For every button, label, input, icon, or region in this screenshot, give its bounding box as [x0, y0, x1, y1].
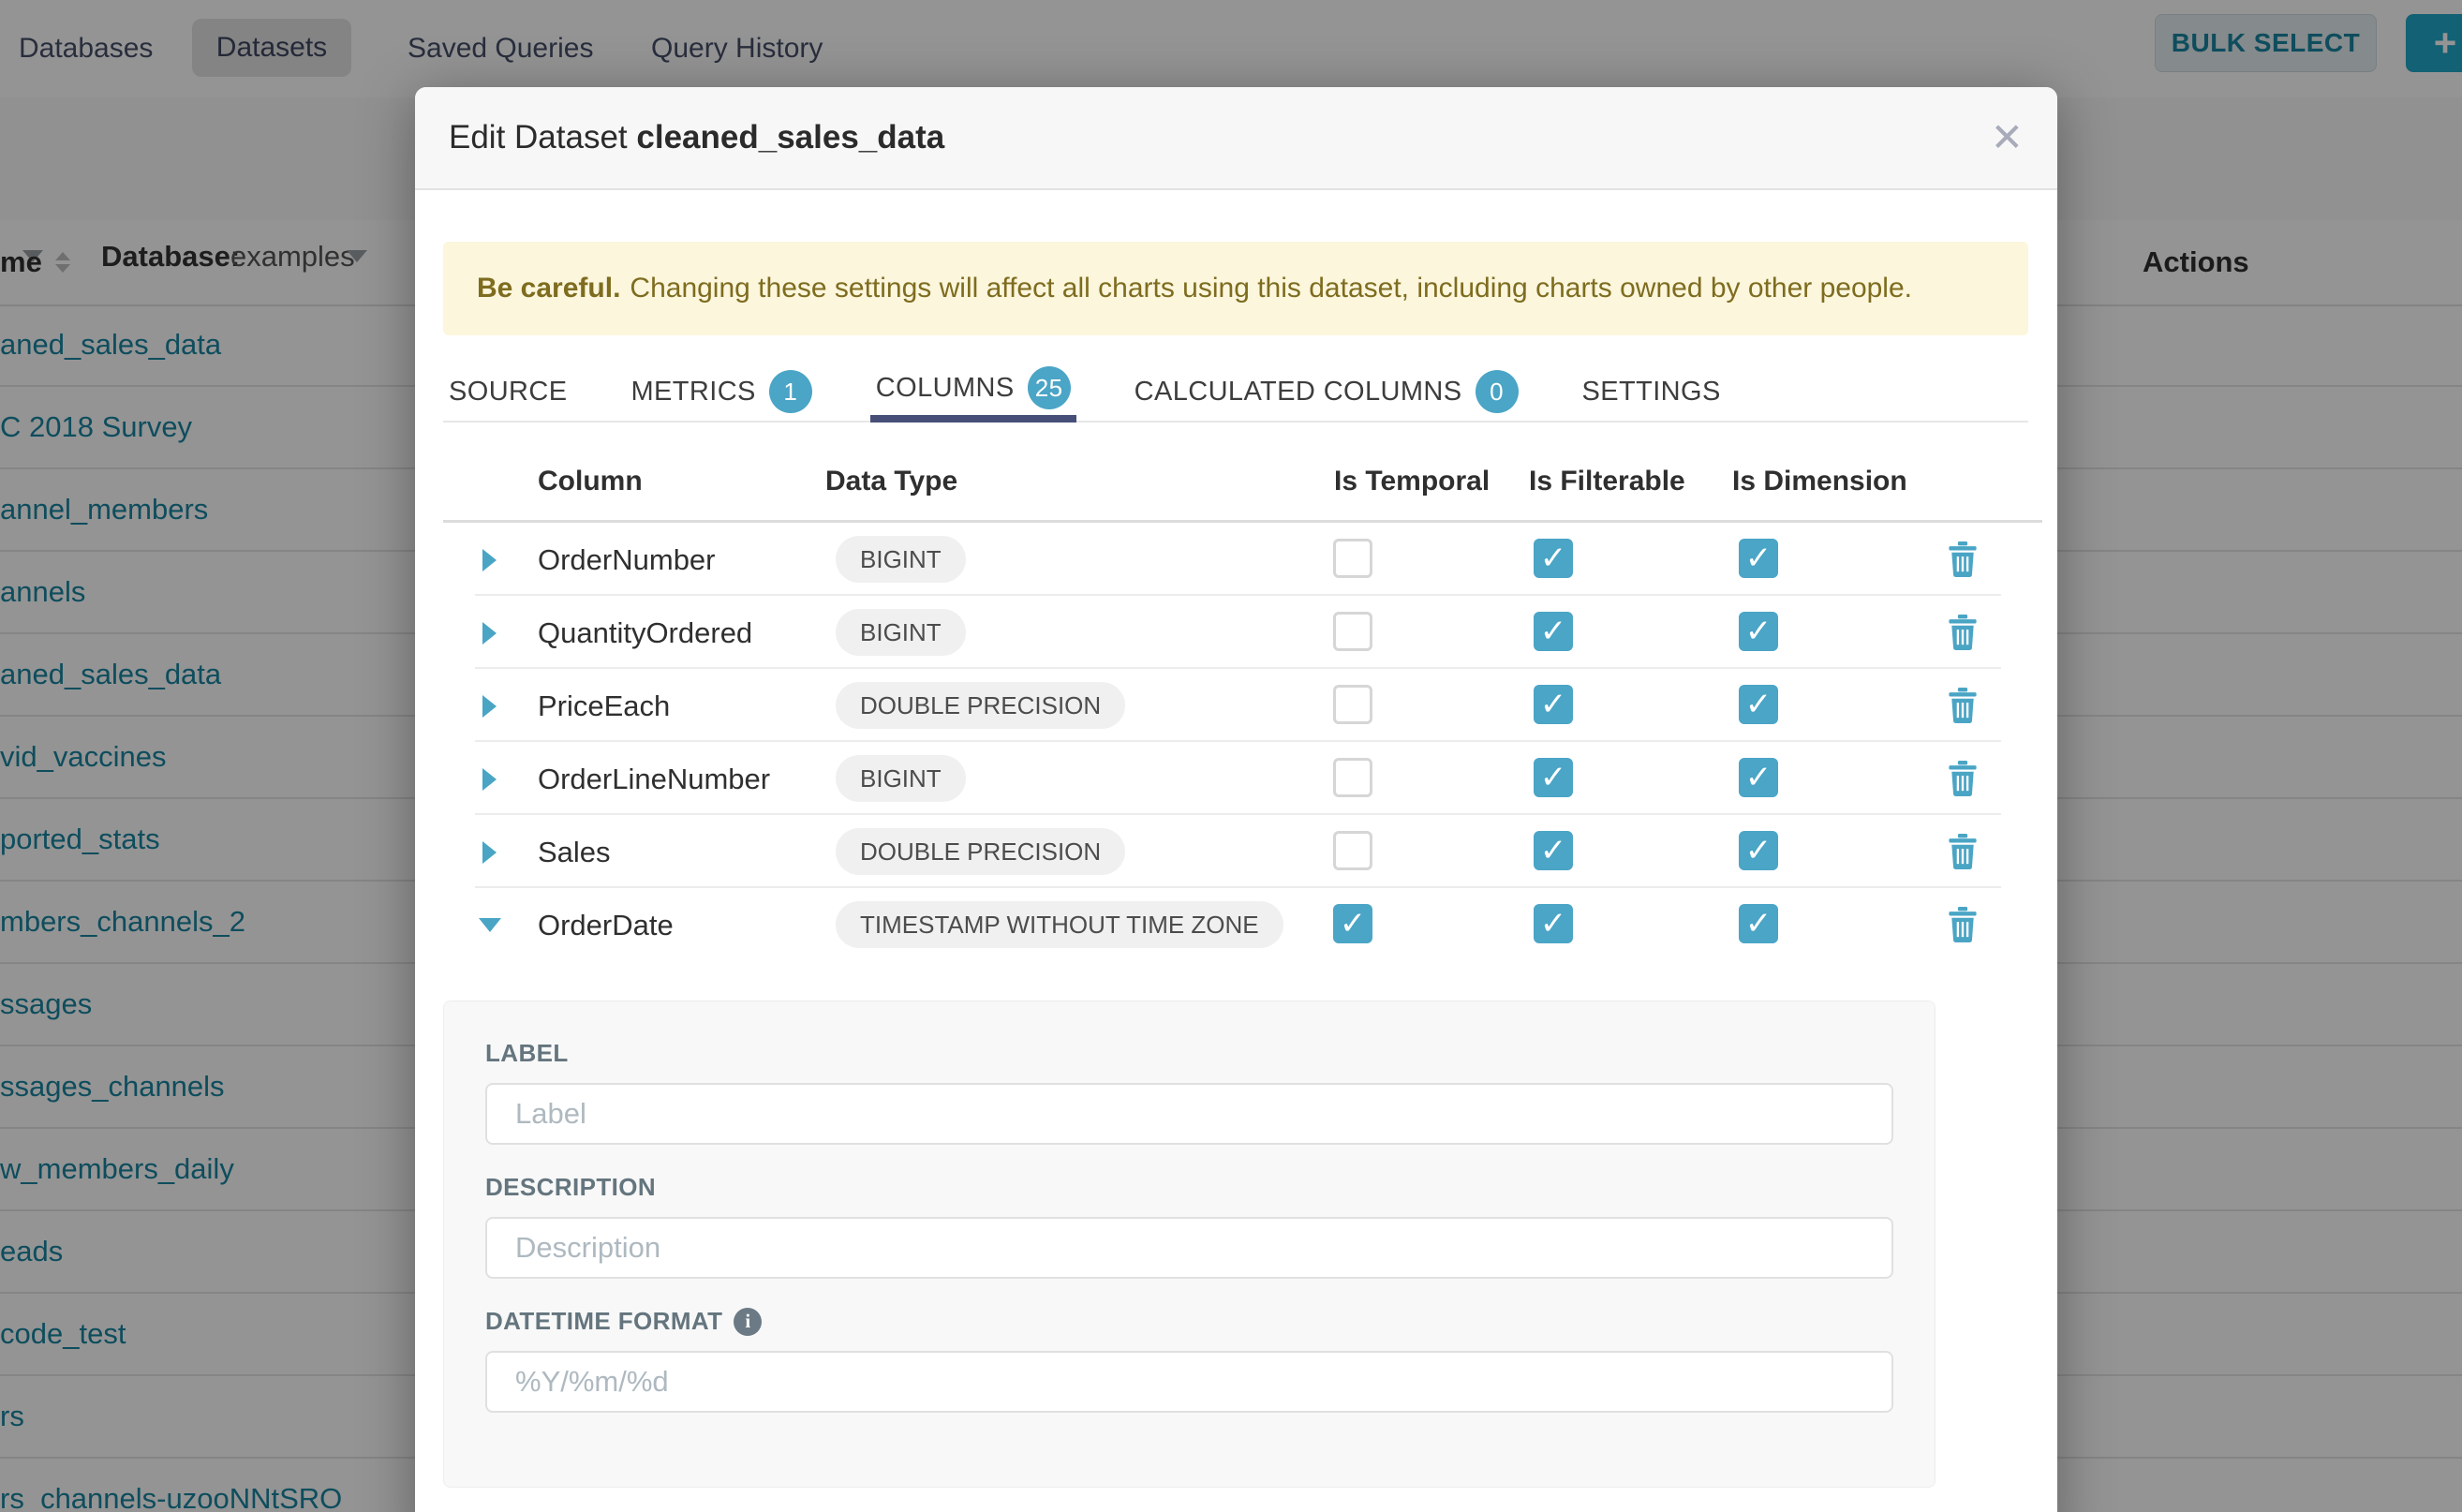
- tab-label: COLUMNS: [876, 373, 1015, 404]
- edit-dataset-modal: Edit Dataset cleaned_sales_data ✕ Be car…: [415, 87, 2057, 1512]
- delete-column-icon[interactable]: [1946, 907, 1980, 942]
- header-is-temporal: Is Temporal: [1334, 466, 1490, 497]
- delete-column-icon[interactable]: [1946, 541, 1980, 577]
- datetime-format-input[interactable]: [485, 1351, 1893, 1413]
- is-temporal-checkbox[interactable]: ✓: [1333, 904, 1372, 943]
- label-field-label: LABEL: [485, 1039, 1893, 1068]
- tab-settings[interactable]: SETTINGS: [1577, 361, 1727, 422]
- datetime-format-text: DATETIME FORMAT: [485, 1307, 722, 1336]
- header-data-type: Data Type: [825, 466, 957, 497]
- header-column: Column: [538, 466, 643, 497]
- is-temporal-checkbox[interactable]: [1333, 612, 1372, 651]
- header-is-filterable: Is Filterable: [1529, 466, 1685, 497]
- column-row: OrderLineNumber BIGINT ✓ ✓: [415, 742, 2057, 815]
- is-temporal-checkbox[interactable]: [1333, 685, 1372, 724]
- column-name: OrderDate: [538, 909, 674, 942]
- is-temporal-checkbox[interactable]: [1333, 831, 1372, 870]
- label-input[interactable]: [485, 1083, 1893, 1145]
- expand-caret-icon[interactable]: [482, 841, 497, 864]
- data-type-pill: DOUBLE PRECISION: [836, 828, 1125, 875]
- is-filterable-checkbox[interactable]: ✓: [1534, 831, 1573, 870]
- collapse-caret-icon[interactable]: [479, 918, 501, 932]
- is-temporal-checkbox[interactable]: [1333, 758, 1372, 797]
- description-input[interactable]: [485, 1217, 1893, 1279]
- data-type-pill: DOUBLE PRECISION: [836, 682, 1125, 729]
- expand-caret-icon[interactable]: [482, 768, 497, 791]
- is-dimension-checkbox[interactable]: ✓: [1739, 539, 1778, 578]
- tab-label: SETTINGS: [1582, 377, 1721, 408]
- tab-calculated-columns[interactable]: CALCULATED COLUMNS 0: [1129, 361, 1524, 422]
- delete-column-icon[interactable]: [1946, 615, 1980, 650]
- is-temporal-checkbox[interactable]: [1333, 539, 1372, 578]
- column-row: OrderNumber BIGINT ✓ ✓: [415, 523, 2057, 596]
- tab-source[interactable]: SOURCE: [443, 361, 572, 422]
- expand-caret-icon[interactable]: [482, 549, 497, 571]
- column-name: Sales: [538, 836, 611, 869]
- is-filterable-checkbox[interactable]: ✓: [1534, 685, 1573, 724]
- is-dimension-checkbox[interactable]: ✓: [1739, 904, 1778, 943]
- tab-count-badge: 1: [769, 370, 812, 413]
- column-name: OrderLineNumber: [538, 763, 770, 796]
- delete-column-icon[interactable]: [1946, 688, 1980, 723]
- data-type-pill: BIGINT: [836, 536, 966, 583]
- info-icon[interactable]: i: [734, 1308, 762, 1336]
- tab-count-badge: 25: [1028, 366, 1071, 409]
- modal-title: Edit Dataset cleaned_sales_data: [449, 119, 944, 156]
- data-type-pill: TIMESTAMP WITHOUT TIME ZONE: [836, 901, 1283, 948]
- description-field-label: DESCRIPTION: [485, 1173, 1893, 1202]
- tab-count-badge: 0: [1476, 370, 1519, 413]
- columns-table-header: Column Data Type Is Temporal Is Filterab…: [415, 466, 2057, 520]
- is-dimension-checkbox[interactable]: ✓: [1739, 831, 1778, 870]
- is-filterable-checkbox[interactable]: ✓: [1534, 539, 1573, 578]
- tab-label: METRICS: [630, 377, 755, 408]
- column-row: Sales DOUBLE PRECISION ✓ ✓: [415, 815, 2057, 888]
- warning-text: Changing these settings will affect all …: [630, 273, 1912, 304]
- warning-banner: Be careful. Changing these settings will…: [443, 242, 2028, 335]
- is-filterable-checkbox[interactable]: ✓: [1534, 612, 1573, 651]
- delete-column-icon[interactable]: [1946, 761, 1980, 796]
- expand-caret-icon[interactable]: [482, 622, 497, 645]
- is-dimension-checkbox[interactable]: ✓: [1739, 758, 1778, 797]
- column-name: QuantityOrdered: [538, 616, 752, 650]
- modal-title-dataset-name: cleaned_sales_data: [636, 119, 944, 156]
- delete-column-icon[interactable]: [1946, 834, 1980, 869]
- tab-label: SOURCE: [449, 377, 567, 408]
- datetime-format-field-label: DATETIME FORMAT i: [485, 1307, 1893, 1336]
- column-row: OrderDate TIMESTAMP WITHOUT TIME ZONE ✓ ✓ ✓: [415, 888, 2057, 961]
- data-type-pill: BIGINT: [836, 755, 966, 802]
- is-dimension-checkbox[interactable]: ✓: [1739, 685, 1778, 724]
- is-filterable-checkbox[interactable]: ✓: [1534, 758, 1573, 797]
- data-type-pill: BIGINT: [836, 609, 966, 656]
- is-dimension-checkbox[interactable]: ✓: [1739, 612, 1778, 651]
- description-text: DESCRIPTION: [485, 1173, 656, 1202]
- close-icon[interactable]: ✕: [1991, 118, 2024, 157]
- is-filterable-checkbox[interactable]: ✓: [1534, 904, 1573, 943]
- header-is-dimension: Is Dimension: [1732, 466, 1907, 497]
- warning-bold-text: Be careful.: [477, 273, 620, 304]
- tab-metrics[interactable]: METRICS 1: [625, 361, 817, 422]
- modal-tabs: SOURCE METRICS 1 COLUMNS 25 CALCULATED COLUMN…: [443, 361, 2028, 422]
- tab-columns[interactable]: COLUMNS 25: [870, 361, 1076, 422]
- column-row: QuantityOrdered BIGINT ✓ ✓: [415, 596, 2057, 669]
- column-name: OrderNumber: [538, 543, 716, 577]
- column-detail-panel: LABEL DESCRIPTION DATETIME FORMAT i: [443, 1001, 1935, 1488]
- modal-header: Edit Dataset cleaned_sales_data ✕: [415, 87, 2057, 190]
- column-name: PriceEach: [538, 689, 670, 723]
- tab-label: CALCULATED COLUMNS: [1135, 377, 1462, 408]
- modal-title-prefix: Edit Dataset: [449, 119, 636, 156]
- superset-datasets-page: Databases Datasets Saved Queries Query H…: [0, 0, 2462, 1512]
- label-text: LABEL: [485, 1039, 569, 1068]
- column-row: PriceEach DOUBLE PRECISION ✓ ✓: [415, 669, 2057, 742]
- expand-caret-icon[interactable]: [482, 695, 497, 718]
